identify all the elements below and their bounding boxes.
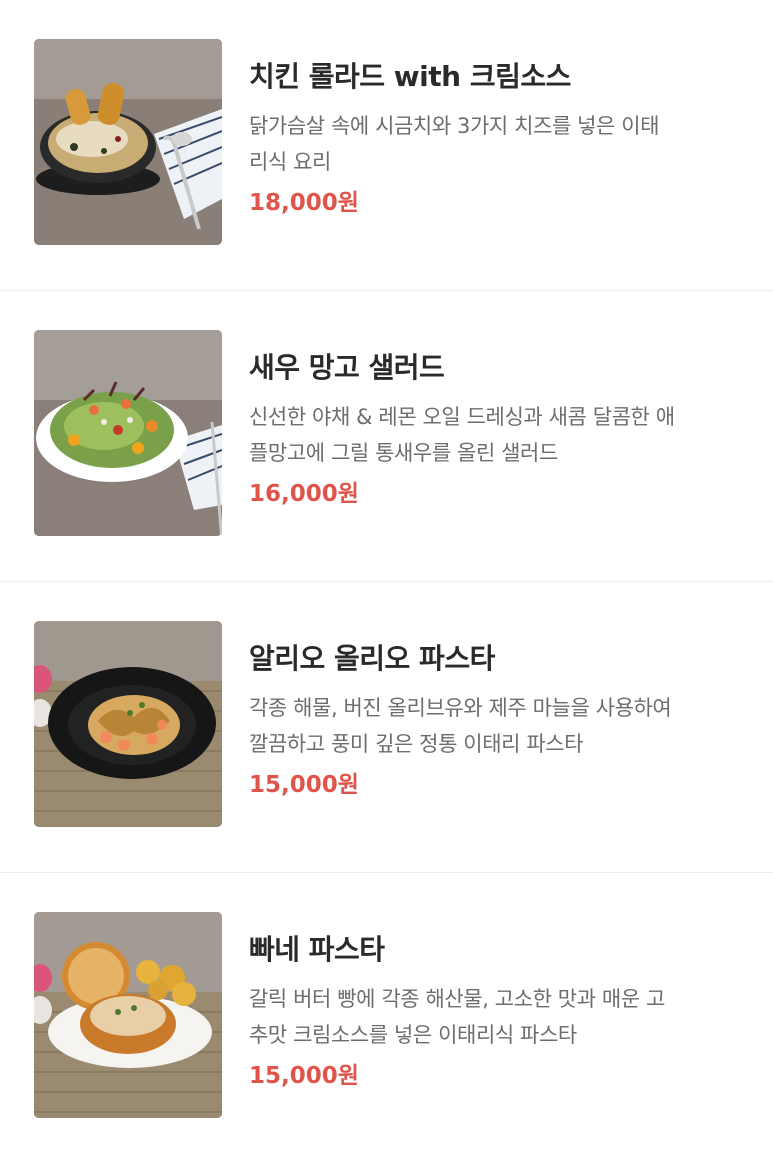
menu-list: 치킨 롤라드 with 크림소스 닭가슴살 속에 시금치와 3가지 치즈를 넣은…: [0, 0, 773, 1160]
menu-item-price: 15,000원: [249, 1063, 359, 1089]
menu-item-name[interactable]: 치킨 롤라드 with 크림소스: [249, 58, 749, 96]
pane-pasta-image: [34, 912, 222, 1118]
description-line-2: 깔끔하고 풍미 깊은 정통 이태리 파스타: [249, 732, 584, 756]
description-line-2: 플망고에 그릴 통새우를 올린 샐러드: [249, 441, 558, 465]
description-line-1: 갈릭 버터 빵에 각종 해산물, 고소한 맛과 매운 고: [249, 987, 665, 1011]
description-line-2: 추맛 크림소스를 넣은 이태리식 파스타: [249, 1023, 577, 1047]
menu-item-info: 새우 망고 샐러드 신선한 야채 & 레몬 오일 드레싱과 새콤 달콤한 애 플…: [249, 349, 749, 511]
menu-item-info: 빠네 파스타 갈릭 버터 빵에 각종 해산물, 고소한 맛과 매운 고 추맛 크…: [249, 931, 749, 1093]
pane-pasta-photo[interactable]: [34, 912, 222, 1118]
menu-item-shrimp-mango-salad[interactable]: 새우 망고 샐러드 신선한 야채 & 레몬 오일 드레싱과 새콤 달콤한 애 플…: [0, 291, 773, 582]
aglio-olio-pasta-photo[interactable]: [34, 621, 222, 827]
menu-item-name[interactable]: 빠네 파스타: [249, 931, 749, 969]
menu-item-description: 갈릭 버터 빵에 각종 해산물, 고소한 맛과 매운 고 추맛 크림소스를 넣은…: [249, 981, 749, 1053]
menu-item-description: 신선한 야채 & 레몬 오일 드레싱과 새콤 달콤한 애 플망고에 그릴 통새우…: [249, 399, 749, 471]
menu-item-info: 치킨 롤라드 with 크림소스 닭가슴살 속에 시금치와 3가지 치즈를 넣은…: [249, 58, 749, 220]
menu-item-name[interactable]: 새우 망고 샐러드: [249, 349, 749, 387]
menu-item-description: 닭가슴살 속에 시금치와 3가지 치즈를 넣은 이태 리식 요리: [249, 108, 749, 180]
menu-item-price: 16,000원: [249, 481, 359, 507]
menu-item-price: 18,000원: [249, 190, 359, 216]
menu-item-description: 각종 해물, 버진 올리브유와 제주 마늘을 사용하여 깔끔하고 풍미 깊은 정…: [249, 690, 749, 762]
shrimp-mango-salad-image: [34, 330, 222, 536]
menu-item-price: 15,000원: [249, 772, 359, 798]
description-line-2: 리식 요리: [249, 150, 331, 174]
description-line-1: 각종 해물, 버진 올리브유와 제주 마늘을 사용하여: [249, 696, 672, 720]
description-line-1: 닭가슴살 속에 시금치와 3가지 치즈를 넣은 이태: [249, 114, 660, 138]
menu-item-chicken-roulade[interactable]: 치킨 롤라드 with 크림소스 닭가슴살 속에 시금치와 3가지 치즈를 넣은…: [0, 0, 773, 291]
aglio-olio-pasta-image: [34, 621, 222, 827]
description-line-1: 신선한 야채 & 레몬 오일 드레싱과 새콤 달콤한 애: [249, 405, 675, 429]
menu-item-info: 알리오 올리오 파스타 각종 해물, 버진 올리브유와 제주 마늘을 사용하여 …: [249, 640, 749, 802]
menu-item-aglio-olio-pasta[interactable]: 알리오 올리오 파스타 각종 해물, 버진 올리브유와 제주 마늘을 사용하여 …: [0, 582, 773, 873]
menu-item-pane-pasta[interactable]: 빠네 파스타 갈릭 버터 빵에 각종 해산물, 고소한 맛과 매운 고 추맛 크…: [0, 873, 773, 1160]
menu-item-name[interactable]: 알리오 올리오 파스타: [249, 640, 749, 678]
chicken-roulade-image: [34, 39, 222, 245]
shrimp-mango-salad-photo[interactable]: [34, 330, 222, 536]
chicken-roulade-photo[interactable]: [34, 39, 222, 245]
